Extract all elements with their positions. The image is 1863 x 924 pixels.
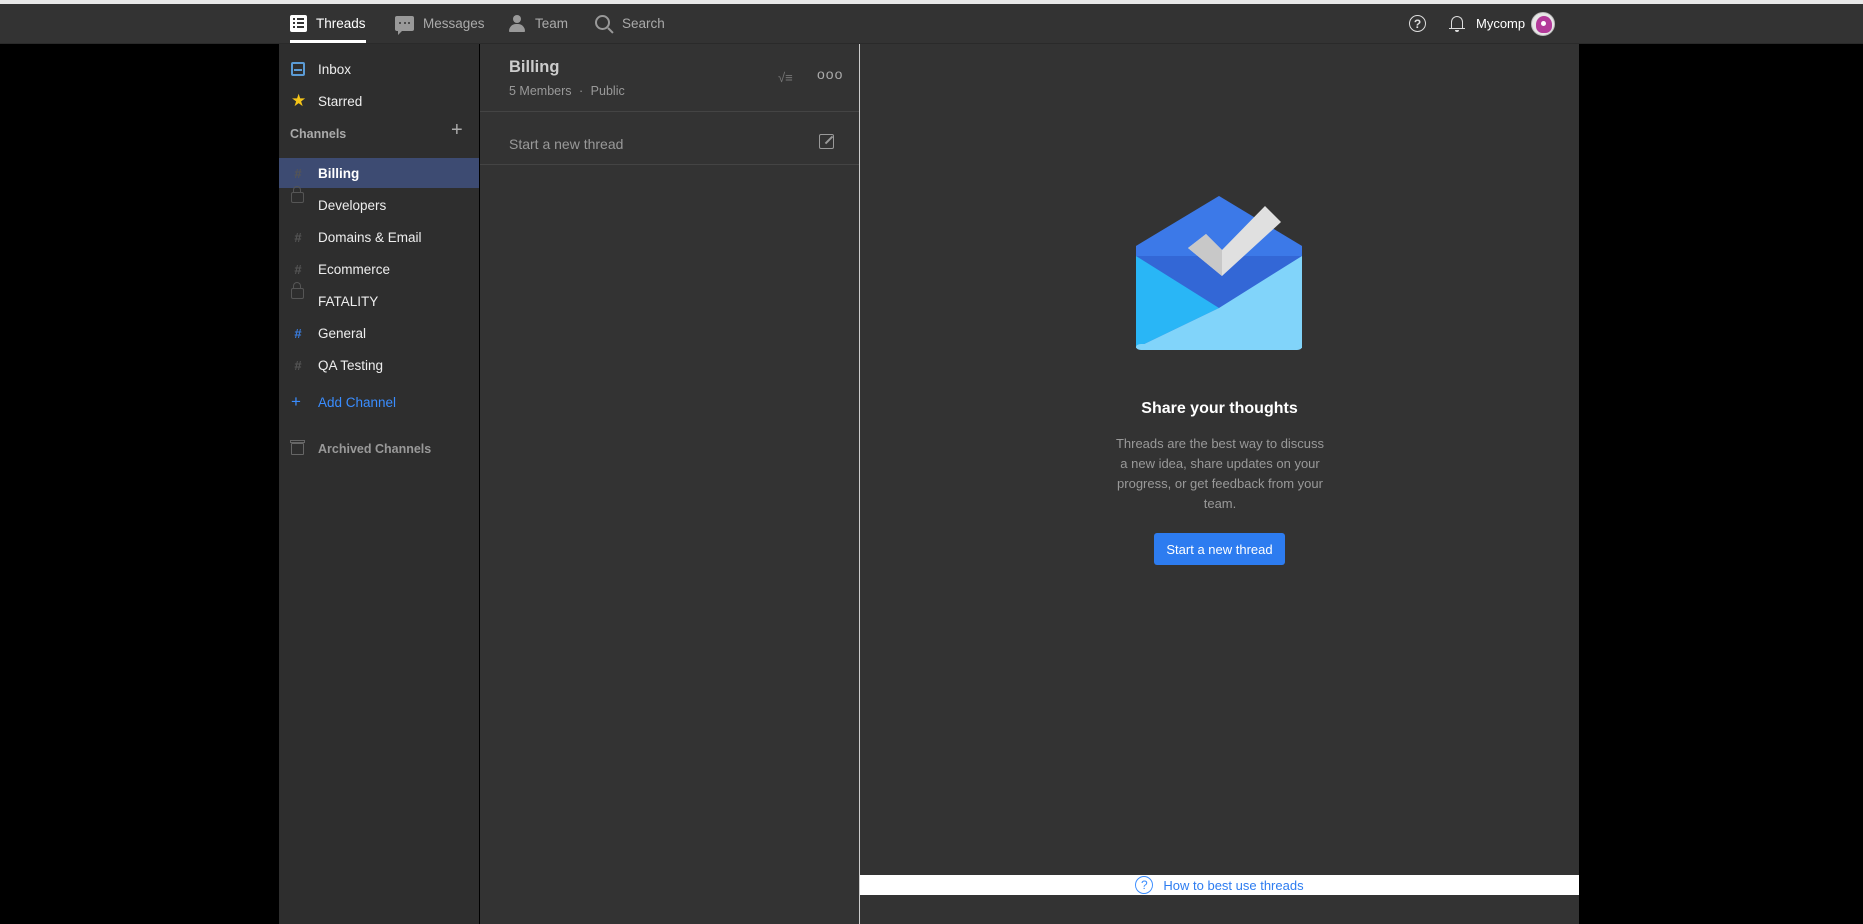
archived-channels-label: Archived Channels: [318, 442, 432, 456]
channels-heading: Channels: [290, 127, 347, 141]
hash-icon: #: [294, 261, 302, 277]
nav-threads[interactable]: Threads: [290, 4, 366, 43]
archived-channels-link[interactable]: Archived Channels: [279, 434, 479, 464]
start-new-thread-button[interactable]: Start a new thread: [1154, 533, 1285, 565]
person-icon: [508, 14, 526, 33]
sidebar-item-label: Starred: [318, 93, 363, 109]
sidebar-item-label: QA Testing: [318, 357, 384, 373]
help-circle-icon: ?: [1135, 876, 1154, 894]
search-icon: [595, 14, 613, 33]
hash-icon: #: [294, 325, 302, 341]
meta-separator: ·: [579, 84, 584, 98]
nav-team-label: Team: [535, 16, 569, 31]
divider: [480, 111, 859, 112]
plus-icon: +: [291, 392, 301, 411]
sidebar-item-general[interactable]: # General: [279, 318, 479, 348]
sidebar-item-label: Inbox: [318, 61, 352, 77]
divider: [480, 164, 859, 165]
thread-list-panel: Billing 5 Members · Public √≡ ooo Start …: [480, 44, 860, 924]
hash-icon: #: [294, 165, 302, 181]
main-content: Share your thoughts Threads are the best…: [860, 44, 1579, 924]
sidebar-item-label: FATALITY: [318, 293, 379, 309]
help-link-bar[interactable]: ? How to best use threads: [860, 875, 1579, 895]
sidebar-item-label: Domains & Email: [318, 229, 422, 245]
add-channel-button[interactable]: + Add Channel: [279, 387, 479, 417]
archive-icon: [290, 440, 305, 455]
sidebar-item-fatality[interactable]: FATALITY: [279, 282, 479, 316]
member-count[interactable]: 5 Members: [509, 84, 572, 98]
sidebar-item-label: General: [318, 325, 367, 341]
inbox-envelope-illustration: [1136, 196, 1302, 350]
empty-state-title: Share your thoughts: [1141, 400, 1298, 417]
chat-icon: [395, 16, 414, 35]
nav-messages-label: Messages: [423, 16, 485, 31]
add-channel-label: Add Channel: [318, 394, 397, 410]
hash-icon: #: [294, 229, 302, 245]
bell-icon[interactable]: [1449, 15, 1465, 33]
list-icon: [290, 15, 307, 32]
channel-meta: 5 Members · Public: [509, 84, 625, 98]
sidebar-item-label: Billing: [318, 165, 360, 181]
more-options-icon[interactable]: ooo: [817, 66, 843, 82]
lock-icon: [291, 282, 304, 299]
nav-messages[interactable]: Messages: [395, 4, 485, 43]
sidebar: Inbox ★ Starred Channels + # Billing Dev…: [279, 44, 479, 924]
sidebar-item-ecommerce[interactable]: # Ecommerce: [279, 254, 479, 284]
sidebar-item-domains-email[interactable]: # Domains & Email: [279, 222, 479, 252]
add-channel-plus-icon[interactable]: +: [451, 120, 463, 140]
help-link[interactable]: How to best use threads: [1163, 878, 1303, 893]
sidebar-item-label: Developers: [318, 197, 387, 213]
sidebar-item-qa-testing[interactable]: # QA Testing: [279, 350, 479, 380]
sidebar-item-inbox[interactable]: Inbox: [279, 54, 479, 84]
inbox-icon: [291, 62, 305, 76]
nav-search-label: Search: [622, 16, 665, 31]
start-thread-input[interactable]: Start a new thread: [509, 136, 623, 152]
lock-icon: [291, 186, 304, 203]
sidebar-item-starred[interactable]: ★ Starred: [279, 86, 479, 116]
sort-icon[interactable]: √≡: [778, 70, 793, 85]
sidebar-item-developers[interactable]: Developers: [279, 186, 479, 220]
channel-title: Billing: [509, 58, 560, 76]
nav-threads-label: Threads: [316, 16, 366, 31]
help-icon[interactable]: ?: [1409, 15, 1426, 32]
avatar[interactable]: [1531, 11, 1556, 36]
sidebar-item-billing[interactable]: # Billing: [279, 158, 479, 188]
nav-search[interactable]: Search: [595, 4, 665, 43]
nav-team[interactable]: Team: [508, 4, 568, 43]
channel-visibility: Public: [590, 84, 625, 98]
hash-icon: #: [294, 357, 302, 373]
compose-icon[interactable]: [819, 134, 834, 149]
top-navigation-bar: Threads Messages Team Search ? Mycomp: [0, 4, 1863, 44]
star-icon: ★: [291, 91, 307, 110]
sidebar-item-label: Ecommerce: [318, 261, 391, 277]
empty-state-description: Threads are the best way to discuss a ne…: [1115, 436, 1325, 511]
username[interactable]: Mycomp: [1476, 16, 1525, 31]
